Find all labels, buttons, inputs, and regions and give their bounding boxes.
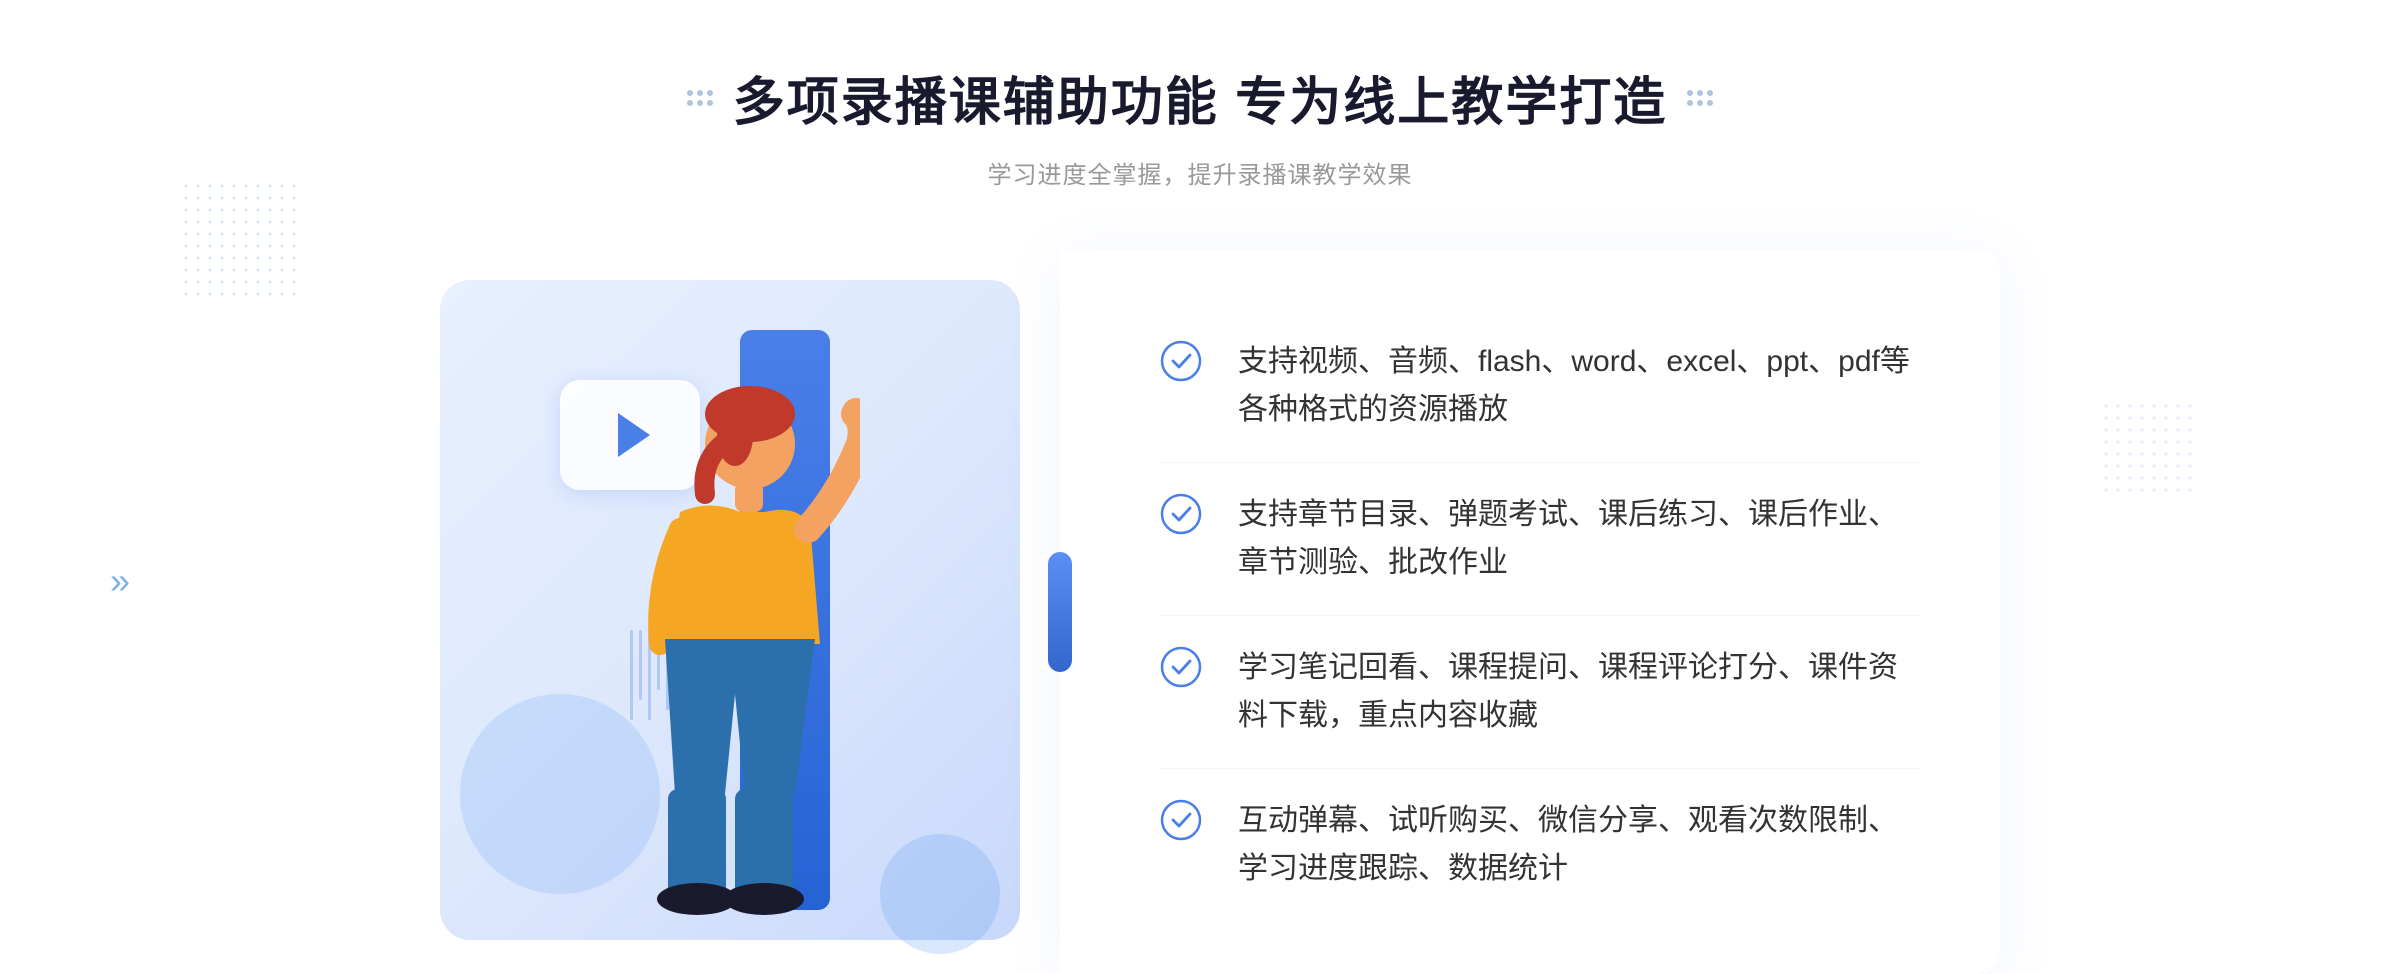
header-deco-dots-right	[1687, 90, 1713, 106]
header-title-row: 多项录播课辅助功能 专为线上教学打造	[687, 60, 1713, 135]
main-content: 支持视频、音频、flash、word、excel、ppt、pdf等各种格式的资源…	[400, 250, 2000, 974]
page-container: » 多项录播课辅助功能 专为线上教学打造	[0, 0, 2400, 974]
feature-item-4: 互动弹幕、试听购买、微信分享、观看次数限制、学习进度跟踪、数据统计	[1160, 769, 1920, 921]
feature-item-2: 支持章节目录、弹题考试、课后练习、课后作业、章节测验、批改作业	[1160, 463, 1920, 616]
check-icon-2	[1160, 493, 1202, 535]
features-area: 支持视频、音频、flash、word、excel、ppt、pdf等各种格式的资源…	[1060, 250, 2000, 974]
illustration-area	[400, 250, 1060, 974]
feature-text-3: 学习笔记回看、课程提问、课程评论打分、课件资料下载，重点内容收藏	[1238, 644, 1920, 740]
feature-item-1: 支持视频、音频、flash、word、excel、ppt、pdf等各种格式的资源…	[1160, 310, 1920, 463]
bg-dots-right	[2100, 400, 2200, 500]
check-icon-1	[1160, 340, 1202, 382]
page-subtitle: 学习进度全掌握，提升录播课教学效果	[687, 155, 1713, 190]
header-section: 多项录播课辅助功能 专为线上教学打造 学习进度全掌握，提升录播课教学效果	[687, 60, 1713, 190]
deco-chevron-left: »	[110, 560, 130, 602]
header-deco-left	[687, 90, 713, 106]
deco-circle-medium	[880, 834, 1000, 954]
bg-dots-left	[180, 180, 300, 300]
features-left-accent	[1048, 552, 1072, 672]
human-figure	[580, 364, 860, 924]
header-deco-dots-left	[687, 90, 713, 106]
feature-text-4: 互动弹幕、试听购买、微信分享、观看次数限制、学习进度跟踪、数据统计	[1238, 797, 1920, 893]
page-title: 多项录播课辅助功能 专为线上教学打造	[733, 60, 1667, 135]
feature-item-3: 学习笔记回看、课程提问、课程评论打分、课件资料下载，重点内容收藏	[1160, 616, 1920, 769]
check-icon-3	[1160, 646, 1202, 688]
feature-text-1: 支持视频、音频、flash、word、excel、ppt、pdf等各种格式的资源…	[1238, 338, 1920, 434]
feature-text-2: 支持章节目录、弹题考试、课后练习、课后作业、章节测验、批改作业	[1238, 491, 1920, 587]
header-deco-right	[1687, 90, 1713, 106]
check-icon-4	[1160, 799, 1202, 841]
